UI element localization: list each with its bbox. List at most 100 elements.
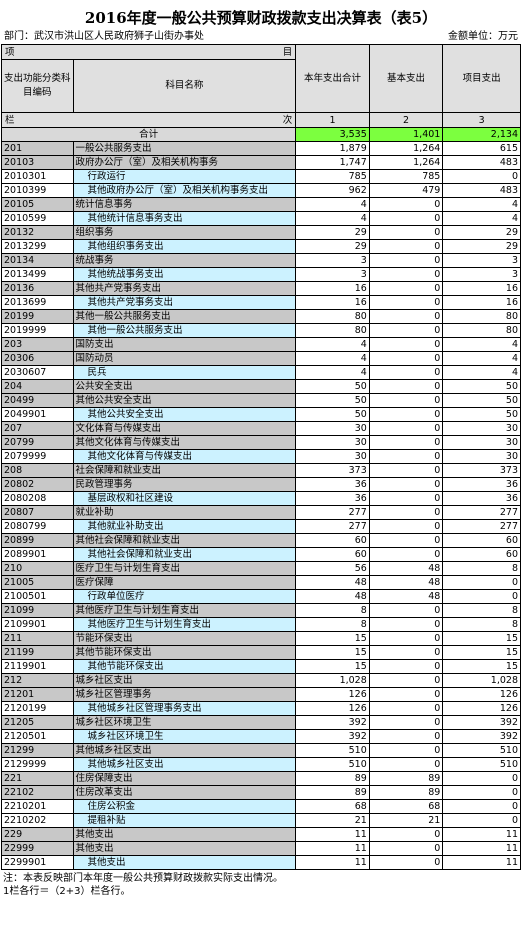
row-basic: 0 (368, 239, 444, 254)
total-row: 合计 3,535 1,401 2,134 (0, 127, 521, 142)
row-code: 20802 (1, 477, 74, 492)
row-code: 21299 (1, 743, 74, 758)
row-code: 221 (1, 771, 74, 786)
row-total: 15 (295, 659, 370, 674)
row-total: 785 (295, 169, 370, 184)
row-basic: 0 (368, 477, 444, 492)
row-code: 2010599 (1, 211, 74, 226)
table-row: 210 医疗卫生与计划生育支出 56 48 8 (1, 561, 521, 576)
header-row-numbers: 栏 次 1 2 3 (0, 112, 521, 128)
row-total: 30 (295, 421, 370, 436)
row-basic: 0 (368, 547, 444, 562)
table-row: 2210202 提租补贴 21 21 0 (1, 813, 521, 828)
total-basic: 1,401 (368, 127, 444, 142)
row-project: 50 (442, 379, 521, 394)
column-number-2: 2 (368, 112, 444, 128)
row-name: 其他社会保障和就业支出 (72, 547, 297, 562)
row-code: 20899 (1, 533, 74, 548)
row-total: 60 (295, 533, 370, 548)
row-name: 基层政权和社区建设 (72, 491, 297, 506)
row-total: 15 (295, 631, 370, 646)
header-xiangmu: 项 目 (0, 44, 297, 60)
row-name: 住房保障支出 (72, 771, 297, 786)
row-project: 126 (442, 687, 521, 702)
row-code: 211 (1, 631, 74, 646)
table-row: 229 其他支出 11 0 11 (1, 827, 521, 842)
row-total: 4 (295, 337, 370, 352)
table-row: 21299 其他城乡社区支出 510 0 510 (1, 743, 521, 758)
row-name: 城乡社区环境卫生 (72, 729, 297, 744)
row-total: 11 (295, 855, 370, 870)
row-total: 50 (295, 393, 370, 408)
total-label: 合计 (0, 127, 297, 142)
header-lanci: 栏 次 (0, 112, 297, 128)
table-row: 2019999 其他一般公共服务支出 80 0 80 (1, 323, 521, 338)
table-row: 20136 其他共产党事务支出 16 0 16 (1, 281, 521, 296)
table-row: 211 节能环保支出 15 0 15 (1, 631, 521, 646)
row-basic: 0 (368, 253, 444, 268)
row-project: 8 (442, 561, 521, 576)
table-row: 204 公共安全支出 50 0 50 (1, 379, 521, 394)
row-total: 392 (295, 729, 370, 744)
note-line: 注：本表反映部门本年度一般公共预算财政拨款实际支出情况。 (3, 873, 283, 884)
table-row: 20899 其他社会保障和就业支出 60 0 60 (1, 533, 521, 548)
row-name: 国防支出 (72, 337, 297, 352)
row-code: 2299901 (1, 855, 74, 870)
row-total: 277 (295, 519, 370, 534)
row-total: 16 (295, 295, 370, 310)
table-row: 20306 国防动员 4 0 4 (1, 351, 521, 366)
row-total: 8 (295, 617, 370, 632)
row-project: 80 (442, 309, 521, 324)
row-basic: 0 (368, 715, 444, 730)
row-name: 其他支出 (72, 841, 297, 856)
report-title: 2016年度一般公共预算财政拨款支出决算表（表5） (84, 9, 438, 27)
row-total: 3 (295, 253, 370, 268)
row-total: 373 (295, 463, 370, 478)
row-project: 126 (442, 701, 521, 716)
total-amount: 3,535 (295, 127, 370, 142)
row-basic: 48 (368, 589, 444, 604)
row-name: 其他政府办公厅（室）及相关机构事务支出 (72, 183, 297, 198)
table-row: 22102 住房改革支出 89 89 0 (1, 785, 521, 800)
row-code: 2013499 (1, 267, 74, 282)
row-code: 20136 (1, 281, 74, 296)
row-project: 0 (442, 813, 521, 828)
row-name: 民兵 (72, 365, 297, 380)
row-code: 20306 (1, 351, 74, 366)
table-row: 21199 其他节能环保支出 15 0 15 (1, 645, 521, 660)
table-row: 21099 其他医疗卫生与计划生育支出 8 0 8 (1, 603, 521, 618)
row-name: 其他医疗卫生与计划生育支出 (72, 603, 297, 618)
row-basic: 0 (368, 449, 444, 464)
header-code: 支出功能分类科目编码 (1, 59, 74, 113)
row-project: 3 (442, 253, 521, 268)
row-project: 277 (442, 519, 521, 534)
table-row: 20105 统计信息事务 4 0 4 (1, 197, 521, 212)
table-row: 2013299 其他组织事务支出 29 0 29 (1, 239, 521, 254)
row-project: 36 (442, 477, 521, 492)
row-total: 4 (295, 365, 370, 380)
row-total: 21 (295, 813, 370, 828)
row-total: 29 (295, 239, 370, 254)
row-code: 20807 (1, 505, 74, 520)
row-name: 就业补助 (72, 505, 297, 520)
row-project: 80 (442, 323, 521, 338)
row-code: 207 (1, 421, 74, 436)
table-row: 20132 组织事务 29 0 29 (1, 225, 521, 240)
row-basic: 0 (368, 407, 444, 422)
row-project: 8 (442, 603, 521, 618)
header-total: 本年支出合计 (295, 44, 370, 113)
table-row: 2080208 基层政权和社区建设 36 0 36 (1, 491, 521, 506)
row-code: 2210201 (1, 799, 74, 814)
row-name: 城乡社区环境卫生 (72, 715, 297, 730)
table-row: 2089901 其他社会保障和就业支出 60 0 60 (1, 547, 521, 562)
total-project: 2,134 (442, 127, 521, 142)
row-total: 11 (295, 827, 370, 842)
row-name: 其他组织事务支出 (72, 239, 297, 254)
table-row: 20103 政府办公厅（室）及相关机构事务 1,747 1,264 483 (1, 155, 521, 170)
row-total: 36 (295, 477, 370, 492)
row-name: 其他统战事务支出 (72, 267, 297, 282)
row-code: 2010301 (1, 169, 74, 184)
row-total: 15 (295, 645, 370, 660)
row-basic: 0 (368, 827, 444, 842)
row-project: 3 (442, 267, 521, 282)
